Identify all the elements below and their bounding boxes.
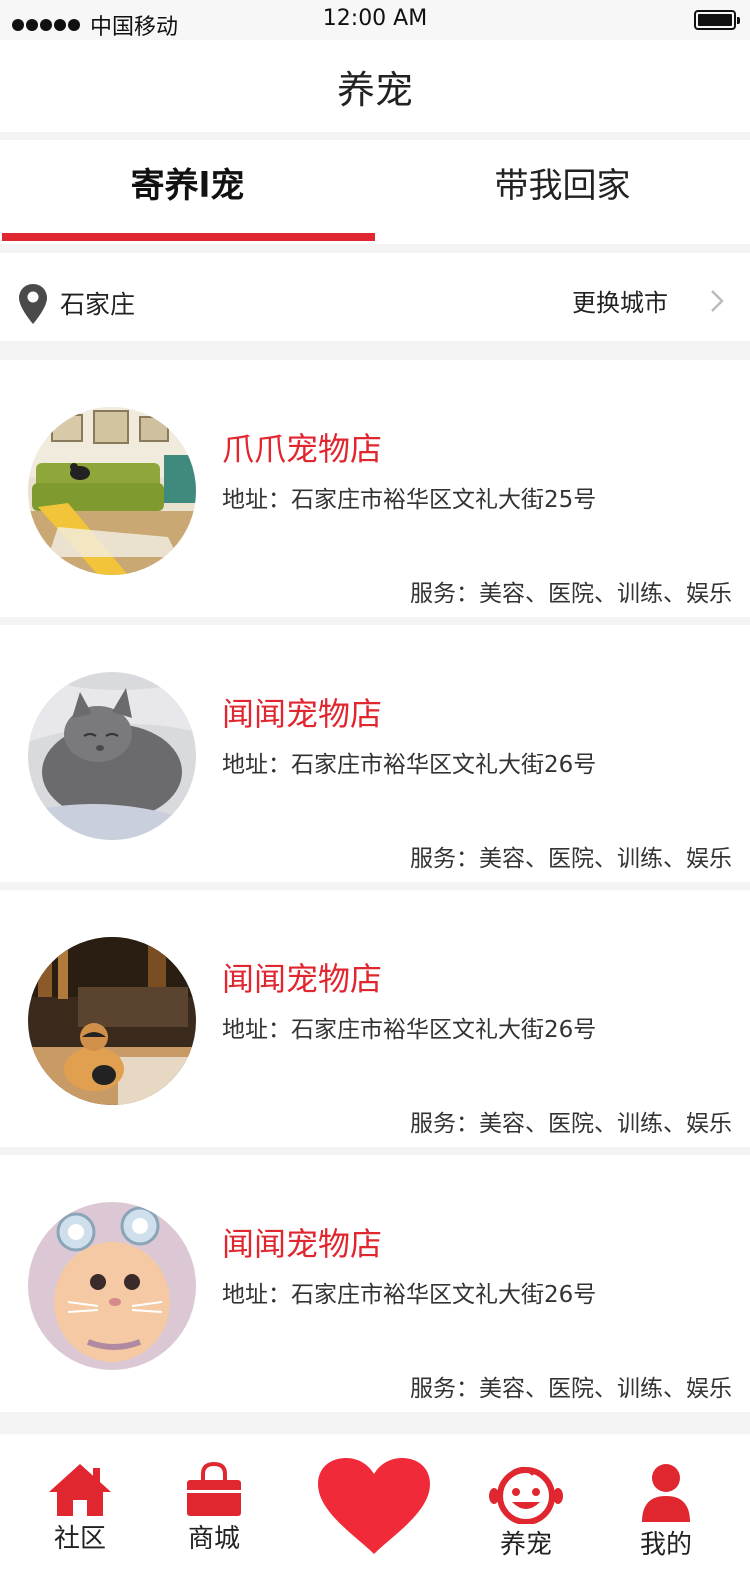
nav-bar: 养宠 bbox=[0, 40, 750, 132]
tab-bar-mine[interactable]: 我的 bbox=[626, 1462, 706, 1561]
location-bar[interactable]: 石家庄 更换城市 bbox=[0, 253, 750, 341]
current-city: 石家庄 bbox=[60, 290, 136, 319]
tab-bar-community[interactable]: 社区 bbox=[40, 1462, 120, 1555]
status-bar: 中国移动 12:00 AM bbox=[0, 0, 750, 40]
heart-icon bbox=[318, 1458, 430, 1554]
battery-icon bbox=[694, 10, 740, 30]
store-name: 闻闻宠物店 bbox=[222, 1225, 383, 1263]
shopping-bag-icon bbox=[187, 1462, 241, 1516]
store-photo bbox=[28, 1202, 196, 1370]
page-title: 养宠 bbox=[336, 68, 413, 112]
status-time: 12:00 AM bbox=[322, 6, 428, 31]
tab-bar-mall-label: 商城 bbox=[187, 1524, 240, 1554]
store-list: 爪爪宠物店 地址：石家庄市裕华区文礼大街25号 服务：美容、医院、训练、娱乐 闻… bbox=[0, 360, 750, 1420]
baby-face-icon bbox=[489, 1466, 563, 1524]
tab-bar-pets[interactable]: 养宠 bbox=[488, 1464, 564, 1561]
bottom-tab-bar: 社区 商城 养宠 我的 bbox=[0, 1434, 750, 1570]
tab-bar-favorite[interactable] bbox=[316, 1456, 432, 1556]
store-card[interactable]: 闻闻宠物店 地址：石家庄市裕华区文礼大街26号 服务：美容、医院、训练、娱乐 bbox=[0, 1155, 750, 1412]
location-pin-icon bbox=[19, 284, 47, 324]
store-name: 爪爪宠物店 bbox=[222, 430, 383, 468]
tab-bar-mall[interactable]: 商城 bbox=[174, 1462, 254, 1555]
store-card[interactable]: 爪爪宠物店 地址：石家庄市裕华区文礼大街25号 服务：美容、医院、训练、娱乐 bbox=[0, 360, 750, 617]
user-icon bbox=[642, 1464, 690, 1522]
store-photo bbox=[28, 672, 196, 840]
segment-tabs: 寄养l宠 带我回家 bbox=[0, 140, 750, 244]
store-services: 服务：美容、医院、训练、娱乐 bbox=[410, 1111, 732, 1137]
tab-bar-pets-label: 养宠 bbox=[499, 1530, 552, 1560]
store-card[interactable]: 闻闻宠物店 地址：石家庄市裕华区文礼大街26号 服务：美容、医院、训练、娱乐 bbox=[0, 625, 750, 882]
store-address: 地址：石家庄市裕华区文礼大街25号 bbox=[222, 487, 597, 513]
chevron-right-icon[interactable] bbox=[710, 289, 724, 313]
store-services: 服务：美容、医院、训练、娱乐 bbox=[410, 581, 732, 607]
tab-bar-community-label: 社区 bbox=[53, 1524, 106, 1554]
store-photo bbox=[28, 407, 196, 575]
tab-take-me-home[interactable]: 带我回家 bbox=[375, 140, 750, 244]
store-address: 地址：石家庄市裕华区文礼大街26号 bbox=[222, 752, 597, 778]
store-name: 闻闻宠物店 bbox=[222, 960, 383, 998]
store-services: 服务：美容、医院、训练、娱乐 bbox=[410, 1376, 732, 1402]
store-card[interactable]: 闻闻宠物店 地址：石家庄市裕华区文礼大街26号 服务：美容、医院、训练、娱乐 bbox=[0, 890, 750, 1147]
tab-bar-mine-label: 我的 bbox=[639, 1530, 692, 1560]
change-city-button[interactable]: 更换城市 bbox=[572, 283, 668, 318]
store-address: 地址：石家庄市裕华区文礼大街26号 bbox=[222, 1017, 597, 1043]
store-address: 地址：石家庄市裕华区文礼大街26号 bbox=[222, 1282, 597, 1308]
store-services: 服务：美容、医院、训练、娱乐 bbox=[410, 846, 732, 872]
tab-foster[interactable]: 寄养l宠 bbox=[0, 140, 375, 244]
store-photo bbox=[28, 937, 196, 1105]
store-name: 闻闻宠物店 bbox=[222, 695, 383, 733]
house-icon bbox=[49, 1464, 111, 1516]
